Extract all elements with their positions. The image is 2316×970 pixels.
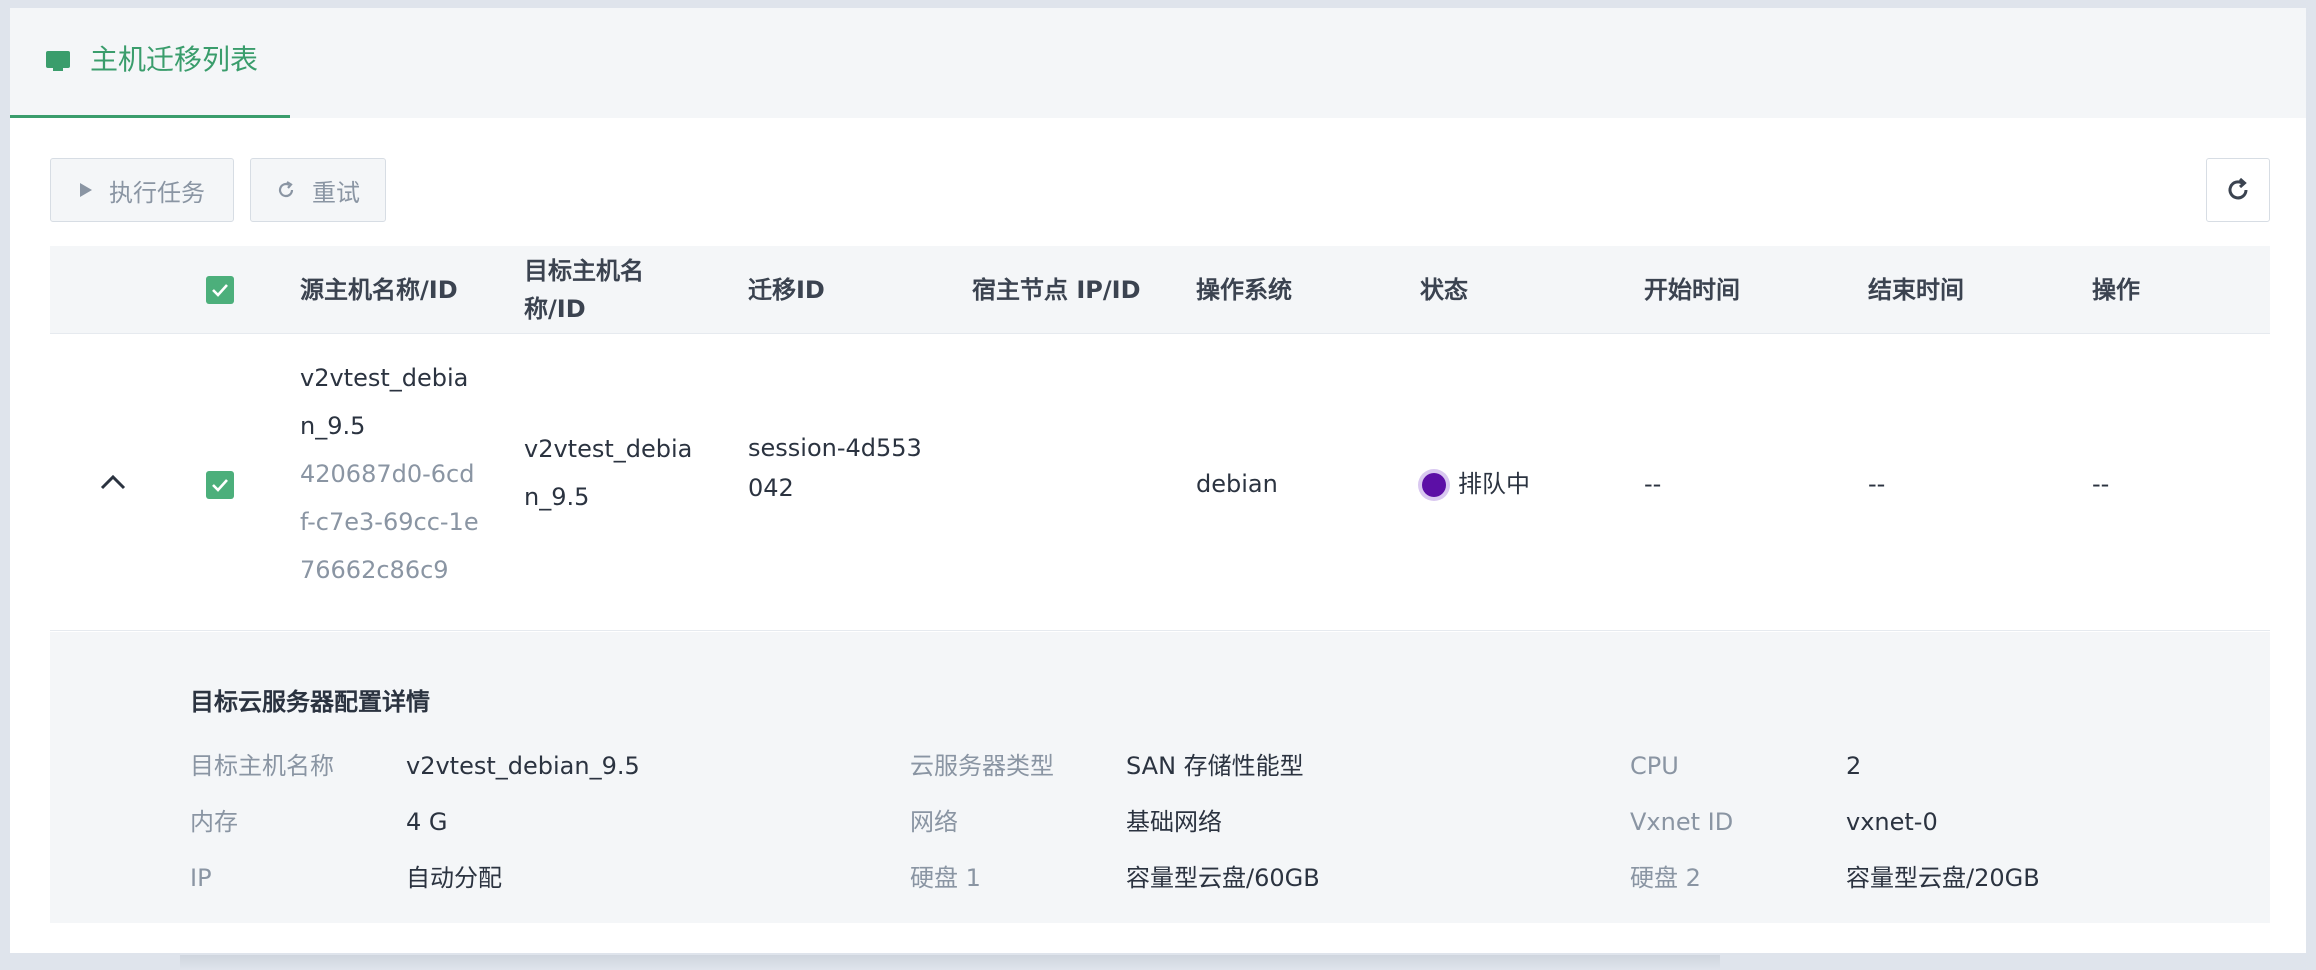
status-indicator (1422, 473, 1446, 497)
detail-title: 目标云服务器配置详情 (190, 688, 430, 716)
detail-value: 自动分配 (406, 864, 502, 892)
migration-id-line: 042 (748, 474, 794, 502)
col-actions: 操作 (2092, 276, 2140, 304)
table-row: v2vtest_debia n_9.5 420687d0-6cd f-c7e3-… (50, 335, 2270, 631)
run-task-label: 执行任务 (109, 178, 205, 207)
detail-label: 网络 (910, 808, 958, 836)
col-target-line1: 目标主机名 (524, 257, 644, 285)
panel-shadow (180, 955, 1720, 970)
col-end-time: 结束时间 (1868, 276, 1964, 304)
detail-label: 云服务器类型 (910, 752, 1054, 780)
end-time-cell: -- (1868, 470, 1886, 498)
detail-value: SAN 存储性能型 (1126, 752, 1304, 780)
detail-value: 4 G (406, 808, 448, 836)
status-cell: 排队中 (1458, 470, 1530, 498)
refresh-icon (2228, 177, 2248, 200)
col-start-time: 开始时间 (1644, 276, 1740, 304)
check-icon (212, 284, 228, 297)
target-name-line: n_9.5 (524, 483, 590, 511)
retry-icon (278, 181, 294, 198)
play-icon (80, 183, 92, 197)
target-name-line: v2vtest_debia (524, 435, 693, 463)
source-name-line[interactable]: n_9.5 (300, 402, 365, 450)
target-config-detail: 目标云服务器配置详情 目标主机名称 v2vtest_debian_9.5 云服务… (50, 632, 2270, 923)
source-id-line: f-c7e3-69cc-1e (300, 508, 479, 536)
detail-value: 2 (1846, 752, 1862, 780)
source-id-line: 76662c86c9 (300, 556, 449, 584)
refresh-button[interactable] (2206, 158, 2270, 222)
detail-label: 硬盘 1 (910, 864, 981, 892)
chevron-up-icon[interactable] (100, 473, 126, 491)
start-time-cell: -- (1644, 470, 1662, 498)
detail-value: vxnet-0 (1846, 808, 1938, 836)
row-checkbox[interactable] (206, 471, 234, 499)
detail-label: 内存 (190, 808, 238, 836)
retry-button[interactable]: 重试 (250, 158, 386, 222)
col-target-line2: 称/ID (524, 295, 586, 323)
col-os: 操作系统 (1196, 276, 1292, 304)
detail-label: 硬盘 2 (1630, 864, 1701, 892)
detail-label: Vxnet ID (1630, 808, 1734, 836)
main-panel: 主机迁移列表 执行任务 重试 源主机名称/ID 目标主机名 称/ID 迁移ID (10, 8, 2306, 953)
col-source: 源主机名称/ID (300, 276, 458, 304)
tab-host-migration-list[interactable]: 主机迁移列表 (10, 8, 290, 118)
col-status: 状态 (1420, 276, 1468, 304)
monitor-icon (46, 51, 70, 71)
check-icon (212, 479, 228, 492)
source-name-line[interactable]: v2vtest_debia (300, 354, 468, 402)
actions-cell: -- (2092, 470, 2110, 498)
source-id-line: 420687d0-6cd (300, 460, 475, 488)
detail-value: 容量型云盘/60GB (1126, 864, 1320, 892)
table-header: 源主机名称/ID 目标主机名 称/ID 迁移ID 宿主节点 IP/ID 操作系统… (50, 246, 2270, 334)
detail-label: IP (190, 864, 212, 892)
run-task-button[interactable]: 执行任务 (50, 158, 234, 222)
col-host-node: 宿主节点 IP/ID (972, 276, 1141, 304)
retry-label: 重试 (312, 178, 360, 207)
detail-value: v2vtest_debian_9.5 (406, 752, 640, 780)
select-all-checkbox[interactable] (206, 276, 234, 304)
tab-bar: 主机迁移列表 (10, 8, 2306, 118)
detail-value: 基础网络 (1126, 808, 1222, 836)
os-cell: debian (1196, 470, 1278, 498)
tab-label: 主机迁移列表 (90, 43, 259, 76)
detail-label: CPU (1630, 752, 1679, 780)
detail-label: 目标主机名称 (190, 752, 334, 780)
migration-id-line: session-4d553 (748, 434, 922, 462)
col-migration-id: 迁移ID (748, 276, 825, 304)
detail-value: 容量型云盘/20GB (1846, 864, 2040, 892)
